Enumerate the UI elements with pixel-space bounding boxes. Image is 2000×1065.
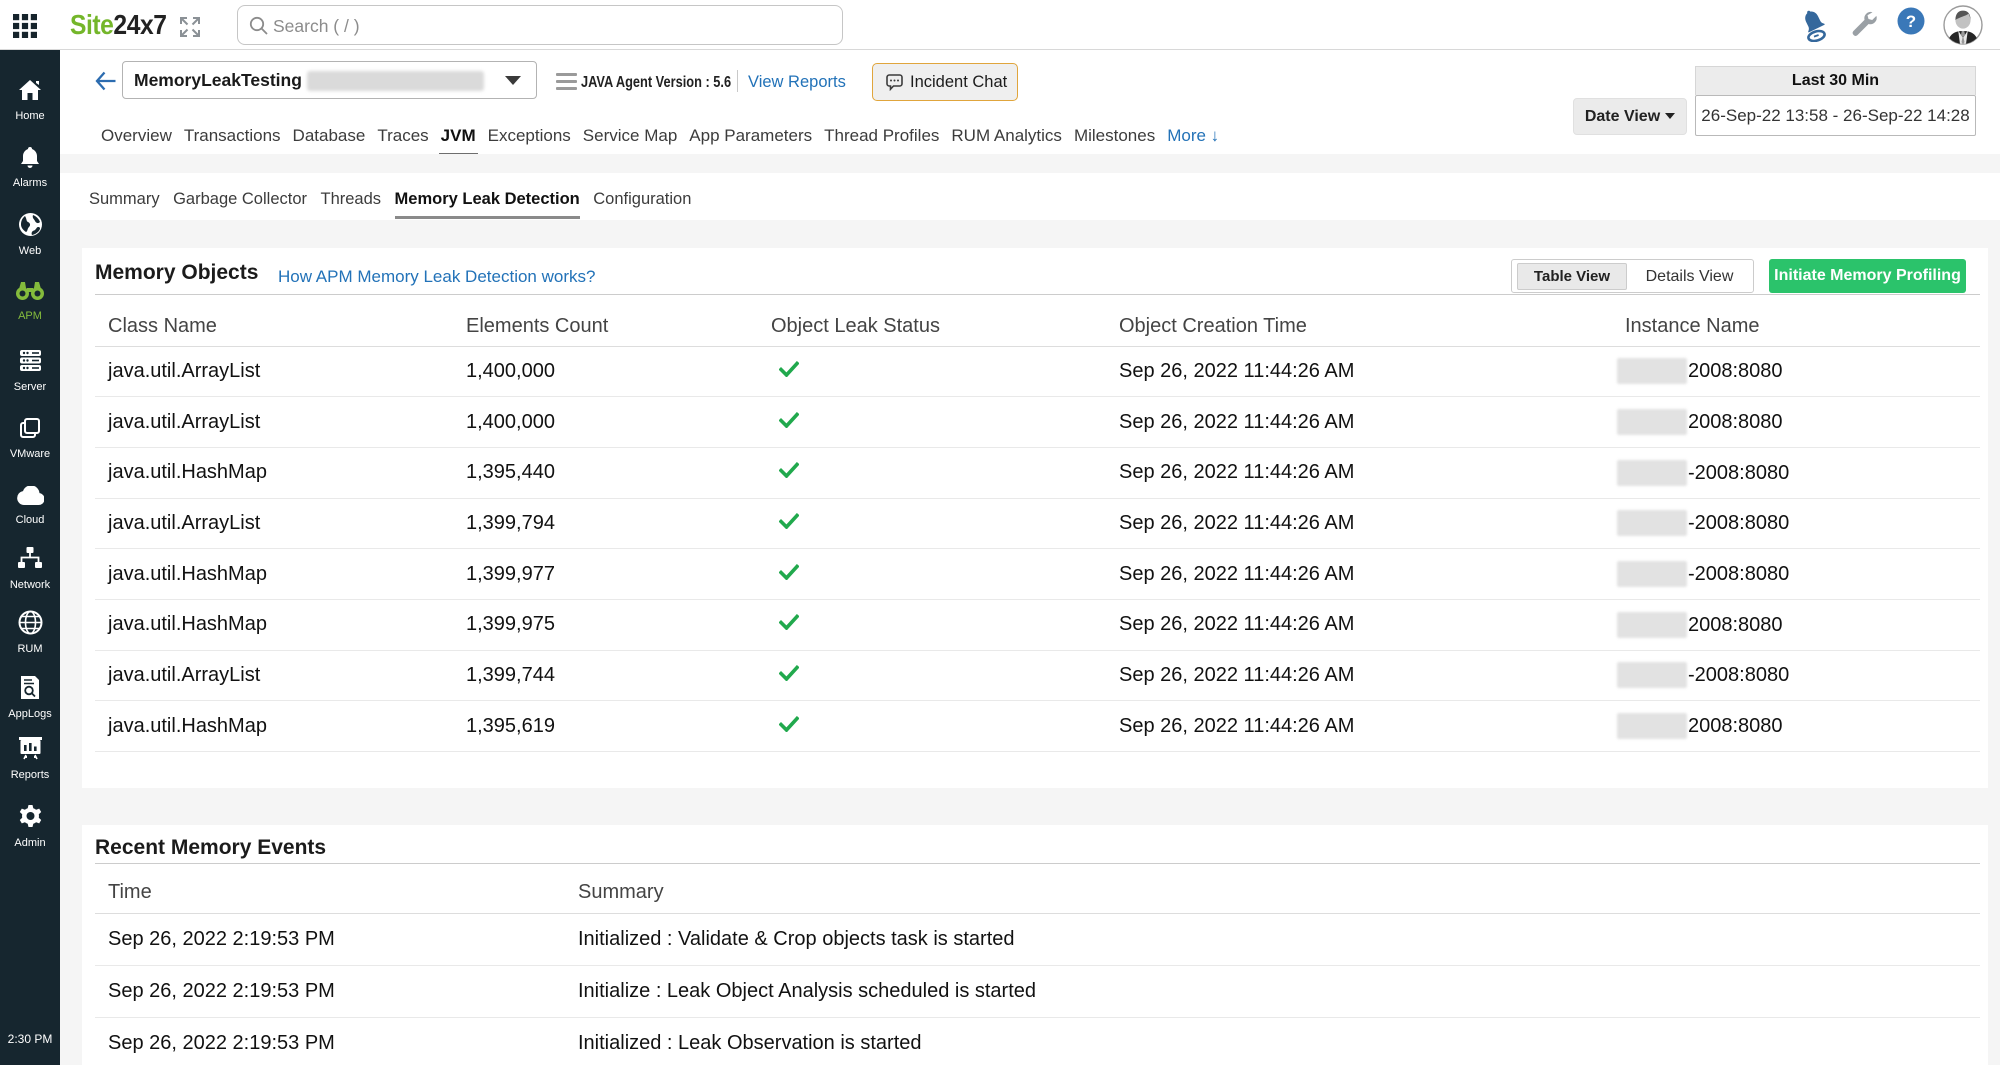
svg-text:?: ? [1906, 12, 1916, 31]
